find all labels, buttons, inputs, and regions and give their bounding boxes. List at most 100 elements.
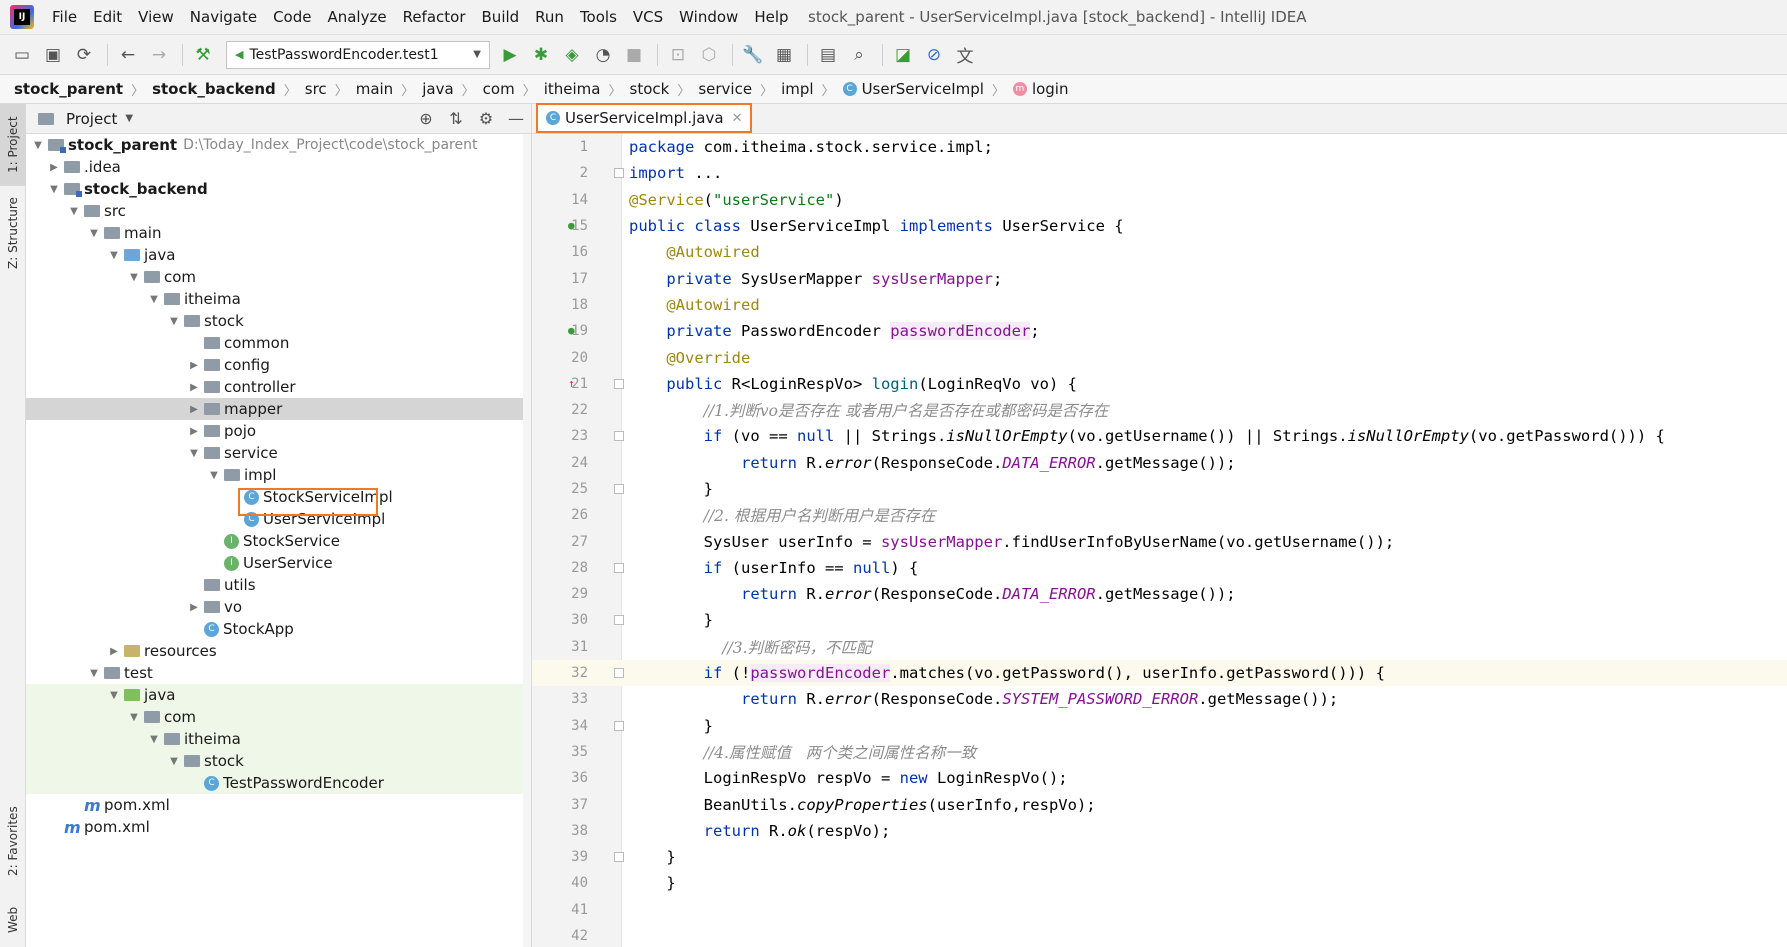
code-line[interactable]: 19 ● private PasswordEncoder passwordEnco… <box>532 318 1787 344</box>
code-line[interactable]: 2 import ... <box>532 160 1787 186</box>
expand-arrow-icon[interactable]: ▼ <box>166 316 182 327</box>
code-line[interactable]: 32 if (!passwordEncoder.matches(vo.getPa… <box>532 659 1787 687</box>
project-scrollbar[interactable] <box>523 134 531 947</box>
expand-arrow-icon[interactable]: ▼ <box>46 184 62 195</box>
sync-icon[interactable]: ⟳ <box>70 41 98 69</box>
tree-node[interactable]: ▼ itheima <box>26 728 531 750</box>
tree-node[interactable]: C StockApp <box>26 618 531 640</box>
menu-navigate[interactable]: Navigate <box>182 0 265 34</box>
search-icon[interactable]: ⌕ <box>845 41 873 69</box>
tree-node[interactable]: common <box>26 332 531 354</box>
collapse-arrow-icon[interactable]: ▶ <box>186 426 202 437</box>
stripe-tab-web[interactable]: Web <box>0 900 26 940</box>
code-line[interactable]: 36 LoginRespVo respVo = new LoginRespVo(… <box>532 765 1787 791</box>
code-line[interactable]: 38 return R.ok(respVo); <box>532 818 1787 844</box>
breadcrumb-item[interactable]: impl 〉 <box>781 80 842 99</box>
profile-icon[interactable]: ◔ <box>589 41 617 69</box>
collapse-arrow-icon[interactable]: ▶ <box>186 404 202 415</box>
run-icon[interactable]: ▶ <box>496 41 524 69</box>
code-line[interactable]: 31 //3.判断密码，不匹配 <box>532 634 1787 660</box>
code-area[interactable]: 1 package com.itheima.stock.service.impl;… <box>532 134 1787 947</box>
code-line[interactable]: 30 } <box>532 607 1787 633</box>
breadcrumb-item[interactable]: src 〉 <box>305 80 356 99</box>
code-line[interactable]: 14 @Service("userService") <box>532 187 1787 213</box>
save-icon[interactable]: ▣ <box>39 41 67 69</box>
tree-node[interactable]: ▼ java <box>26 244 531 266</box>
tree-node[interactable]: ▼ stock_parent D:\Today_Index_Project\code… <box>26 134 531 156</box>
fold-marker-icon[interactable] <box>614 668 624 679</box>
hide-icon[interactable]: — <box>501 109 531 128</box>
fold-marker-icon[interactable] <box>614 168 624 179</box>
forward-icon[interactable]: → <box>145 41 173 69</box>
translate-icon[interactable]: 文 <box>951 41 979 69</box>
bean-icon[interactable]: ● <box>568 219 582 233</box>
fold-marker-icon[interactable] <box>614 378 624 389</box>
code-line[interactable]: 39 } <box>532 844 1787 870</box>
menu-refactor[interactable]: Refactor <box>395 0 474 34</box>
expand-arrow-icon[interactable]: ▼ <box>30 140 46 151</box>
breadcrumb-item[interactable]: C UserServiceImpl 〉 <box>842 80 1013 99</box>
override-icon[interactable]: ↑ <box>568 377 582 391</box>
tree-node[interactable]: ▼ stock <box>26 750 531 772</box>
code-line[interactable]: 24 return R.error(ResponseCode.DATA_ERRO… <box>532 450 1787 476</box>
expand-arrow-icon[interactable]: ▼ <box>86 668 102 679</box>
expand-arrow-icon[interactable]: ▼ <box>166 756 182 767</box>
build-icon[interactable]: ⚒ <box>189 41 217 69</box>
tree-node[interactable]: ▶ pojo <box>26 420 531 442</box>
expand-arrow-icon[interactable]: ▼ <box>146 734 162 745</box>
tree-node[interactable]: ▶ config <box>26 354 531 376</box>
tree-node[interactable]: I StockService <box>26 530 531 552</box>
tree-node[interactable]: I UserService <box>26 552 531 574</box>
close-icon[interactable]: ✕ <box>732 111 743 126</box>
tree-node[interactable]: ▼ stock_backend <box>26 178 531 200</box>
code-line[interactable]: 37 BeanUtils.copyProperties(userInfo,res… <box>532 791 1787 817</box>
back-icon[interactable]: ← <box>114 41 142 69</box>
collapse-arrow-icon[interactable]: ▶ <box>46 162 62 173</box>
breadcrumb-item[interactable]: stock_parent 〉 <box>14 80 152 99</box>
coverage-icon[interactable]: ◈ <box>558 41 586 69</box>
code-line[interactable]: 22 //1.判断vo是否存在 或者用户名是否存在或都密码是否存在 <box>532 397 1787 423</box>
breadcrumb-item[interactable]: java 〉 <box>422 80 482 99</box>
breadcrumb-item[interactable]: stock_backend 〉 <box>152 80 305 99</box>
tree-node[interactable]: ▼ itheima <box>26 288 531 310</box>
code-line[interactable]: 28 if (userInfo == null) { <box>532 555 1787 581</box>
code-line[interactable]: 16 @Autowired <box>532 239 1787 265</box>
code-line[interactable]: 18 @Autowired <box>532 292 1787 318</box>
tree-node[interactable]: ▼ service <box>26 442 531 464</box>
tree-node[interactable]: ▼ test <box>26 662 531 684</box>
attach-icon[interactable]: ⊡ <box>664 41 692 69</box>
code-line[interactable]: 21 ↑ public R<LoginRespVo> login(LoginReq… <box>532 371 1787 397</box>
code-line[interactable]: 25 } <box>532 476 1787 502</box>
expand-arrow-icon[interactable]: ▼ <box>66 206 82 217</box>
locate-icon[interactable]: ⊕ <box>411 109 441 128</box>
expand-arrow-icon[interactable]: ▼ <box>86 228 102 239</box>
fold-marker-icon[interactable] <box>614 852 624 863</box>
tree-node[interactable]: ▼ com <box>26 266 531 288</box>
fold-marker-icon[interactable] <box>614 562 624 573</box>
code-line[interactable]: 34 } <box>532 713 1787 739</box>
gear-icon[interactable]: ⚙ <box>471 109 501 128</box>
tree-node[interactable]: m pom.xml <box>26 816 531 838</box>
expand-arrow-icon[interactable]: ▼ <box>126 272 142 283</box>
menu-tools[interactable]: Tools <box>572 0 625 34</box>
tree-node[interactable]: ▼ main <box>26 222 531 244</box>
stripe-tab-project[interactable]: 1: Project <box>0 104 26 186</box>
tree-node[interactable]: ▼ impl <box>26 464 531 486</box>
tree-node[interactable]: ▼ stock <box>26 310 531 332</box>
autowired-icon[interactable]: ● <box>568 324 582 338</box>
menu-help[interactable]: Help <box>746 0 796 34</box>
code-line[interactable]: 23 if (vo == null || Strings.isNullOrEmp… <box>532 423 1787 449</box>
chevron-down-icon[interactable]: ▼ <box>125 113 133 124</box>
breadcrumb-item[interactable]: stock 〉 <box>630 80 699 99</box>
menu-vcs[interactable]: VCS <box>625 0 671 34</box>
code-line[interactable]: 33 return R.error(ResponseCode.SYSTEM_PA… <box>532 686 1787 712</box>
code-line[interactable]: 40 } <box>532 870 1787 896</box>
menu-view[interactable]: View <box>130 0 182 34</box>
breadcrumb-item[interactable]: com 〉 <box>483 80 544 99</box>
code-line[interactable]: 29 return R.error(ResponseCode.DATA_ERRO… <box>532 581 1787 607</box>
code-line[interactable]: 35 //4.属性赋值 两个类之间属性名称一致 <box>532 739 1787 765</box>
fold-marker-icon[interactable] <box>614 720 624 731</box>
expand-arrow-icon[interactable]: ▼ <box>206 470 222 481</box>
expand-arrow-icon[interactable]: ▼ <box>106 690 122 701</box>
breadcrumb-item[interactable]: service 〉 <box>698 80 781 99</box>
